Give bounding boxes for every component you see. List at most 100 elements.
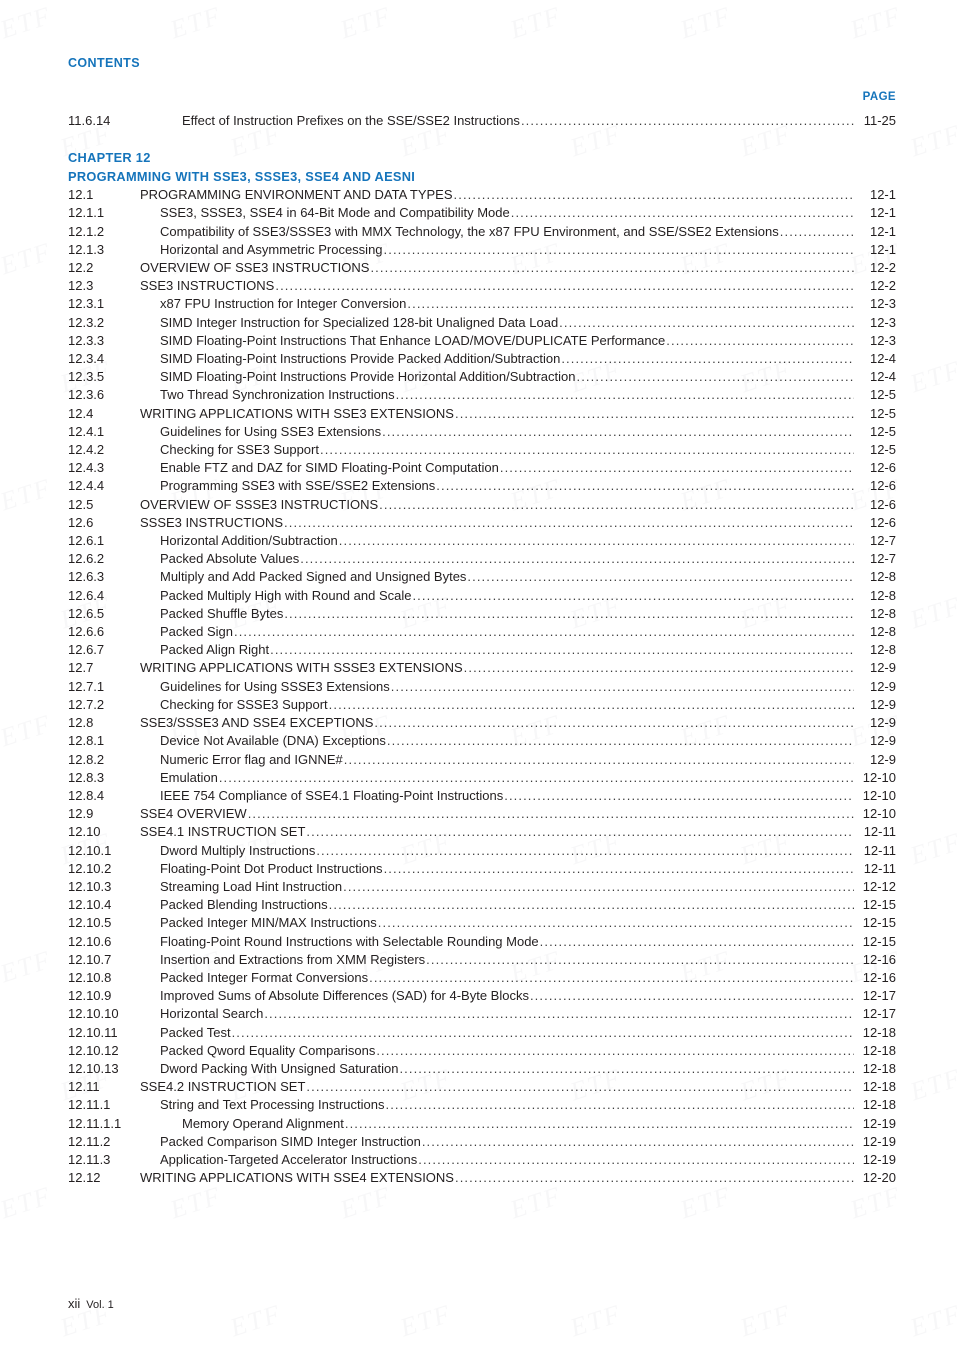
toc-entry[interactable]: 12.4.1 Guidelines for Using SSE3 Extensio…: [0, 423, 960, 441]
toc-entry-title-wrap: Streaming Load Hint Instruction.........…: [140, 878, 854, 896]
toc-entry-page: 12-7: [869, 551, 896, 567]
toc-entry[interactable]: 12.10.9 Improved Sums of Absolute Differe…: [0, 987, 960, 1005]
toc-entry[interactable]: 12.6.7 Packed Align Right................…: [0, 641, 960, 659]
toc-entry[interactable]: 12.6.3 Multiply and Add Packed Signed and…: [0, 568, 960, 586]
toc-entry[interactable]: 12.10.5 Packed Integer MIN/MAX Instructio…: [0, 914, 960, 932]
toc-entry-title: SSE3, SSSE3, SSE4 in 64-Bit Mode and Com…: [160, 205, 510, 221]
toc-leader-dots: ........................................…: [463, 660, 854, 676]
contents-heading: CONTENTS: [68, 56, 140, 70]
toc-leader-dots: ........................................…: [377, 915, 854, 931]
toc-leader-dots: ........................................…: [231, 1024, 854, 1040]
toc-entry-page: 12-15: [862, 933, 896, 949]
toc-entry[interactable]: 12.8.3 Emulation.........................…: [0, 769, 960, 787]
toc-leader-dots: ........................................…: [454, 1170, 854, 1186]
toc-entry-number: 12.6.5: [68, 605, 105, 621]
toc-entry[interactable]: 12.3.3 SIMD Floating-Point Instructions T…: [0, 332, 960, 350]
toc-entry-number: 12.6.7: [68, 642, 105, 658]
toc-leader-dots: ........................................…: [510, 205, 854, 221]
toc-entry[interactable]: 12.6.2 Packed Absolute Values............…: [0, 550, 960, 568]
toc-entry-number: 12.6.2: [68, 551, 105, 567]
toc-entry-title-wrap: x87 FPU Instruction for Integer Conversi…: [140, 295, 854, 313]
toc-entry[interactable]: 12.3.2 SIMD Integer Instruction for Speci…: [0, 314, 960, 332]
toc-entry-title-wrap: WRITING APPLICATIONS WITH SSE4 EXTENSION…: [140, 1169, 854, 1187]
toc-entry[interactable]: 12.6.1 Horizontal Addition/Subtraction...…: [0, 532, 960, 550]
toc-entry-page: 12-18: [862, 1079, 896, 1095]
toc-entry-title: Dword Multiply Instructions: [160, 842, 316, 858]
toc-entry[interactable]: 12.6.5 Packed Shuffle Bytes..............…: [0, 605, 960, 623]
toc-entry-page: 12-2: [869, 260, 896, 276]
toc-entry-previous-chapter[interactable]: 11.6.14 Effect of Instruction Prefixes on…: [0, 112, 960, 130]
toc-entry-number: 12.11: [68, 1079, 100, 1095]
toc-entry[interactable]: 12.10.7 Insertion and Extractions from XM…: [0, 951, 960, 969]
toc-entry[interactable]: 12.2 OVERVIEW OF SSE3 INSTRUCTIONS.......…: [0, 259, 960, 277]
toc-entry[interactable]: 12.8.1 Device Not Available (DNA) Excepti…: [0, 732, 960, 750]
toc-entry[interactable]: 12.11.2 Packed Comparison SIMD Integer In…: [0, 1133, 960, 1151]
toc-entry[interactable]: 12.8.2 Numeric Error flag and IGNNE#.....…: [0, 751, 960, 769]
toc-entry-number: 12.1: [68, 187, 94, 203]
toc-entry[interactable]: 12.3 SSE3 INSTRUCTIONS...................…: [0, 277, 960, 295]
toc-entry[interactable]: 12.10.12 Packed Qword Equality Comparison…: [0, 1042, 960, 1060]
toc-entry[interactable]: 12.10.1 Dword Multiply Instructions......…: [0, 842, 960, 860]
toc-entry[interactable]: 12.4.4 Programming SSE3 with SSE/SSE2 Ext…: [0, 477, 960, 495]
toc-entry[interactable]: 12.10.6 Floating-Point Round Instructions…: [0, 933, 960, 951]
toc-entry[interactable]: 12.1 PROGRAMMING ENVIRONMENT AND DATA TYP…: [0, 186, 960, 204]
toc-entry-page: 12-4: [869, 369, 896, 385]
toc-entry-number: 12.12: [68, 1170, 101, 1186]
toc-entry[interactable]: 12.8 SSE3/SSSE3 AND SSE4 EXCEPTIONS......…: [0, 714, 960, 732]
toc-leader-dots: ........................................…: [383, 241, 854, 257]
toc-entry[interactable]: 12.7 WRITING APPLICATIONS WITH SSSE3 EXTE…: [0, 659, 960, 677]
toc-entry-number: 12.4.1: [68, 423, 105, 439]
toc-entry[interactable]: 12.10.13 Dword Packing With Unsigned Satu…: [0, 1060, 960, 1078]
toc-entry-page: 12-18: [862, 1060, 896, 1076]
toc-entry[interactable]: 12.6.6 Packed Sign.......................…: [0, 623, 960, 641]
toc-entry-page: 12-6: [869, 478, 896, 494]
toc-entry[interactable]: 12.11.3 Application-Targeted Accelerator …: [0, 1151, 960, 1169]
toc-entry[interactable]: 12.5 OVERVIEW OF SSSE3 INSTRUCTIONS......…: [0, 496, 960, 514]
toc-entry[interactable]: 12.7.2 Checking for SSSE3 Support........…: [0, 696, 960, 714]
toc-entry-title: Horizontal Search: [160, 1006, 264, 1022]
toc-entry[interactable]: 12.10.3 Streaming Load Hint Instruction..…: [0, 878, 960, 896]
toc-leader-dots: ........................................…: [376, 1042, 854, 1058]
toc-entry-title-wrap: Multiply and Add Packed Signed and Unsig…: [140, 568, 854, 586]
toc-entry-title: SIMD Floating-Point Instructions Provide…: [160, 369, 576, 385]
toc-entry[interactable]: 12.1.1 SSE3, SSSE3, SSE4 in 64-Bit Mode a…: [0, 204, 960, 222]
toc-entry[interactable]: 12.4 WRITING APPLICATIONS WITH SSE3 EXTEN…: [0, 405, 960, 423]
toc-entry[interactable]: 12.3.4 SIMD Floating-Point Instructions P…: [0, 350, 960, 368]
toc-entry-title-wrap: WRITING APPLICATIONS WITH SSE3 EXTENSION…: [140, 405, 854, 423]
toc-entry-title-wrap: SIMD Floating-Point Instructions Provide…: [140, 350, 854, 368]
toc-entry[interactable]: 12.10.8 Packed Integer Format Conversions…: [0, 969, 960, 987]
toc-entry[interactable]: 12.3.5 SIMD Floating-Point Instructions P…: [0, 368, 960, 386]
toc-entry[interactable]: 12.6.4 Packed Multiply High with Round an…: [0, 587, 960, 605]
toc-entry-title: Checking for SSE3 Support: [160, 442, 319, 458]
toc-entry[interactable]: 12.10.2 Floating-Point Dot Product Instru…: [0, 860, 960, 878]
toc-entry[interactable]: 12.9 SSE4 OVERVIEW.......................…: [0, 805, 960, 823]
toc-entry[interactable]: 12.10 SSE4.1 INSTRUCTION SET.............…: [0, 823, 960, 841]
toc-entry[interactable]: 12.6 SSSE3 INSTRUCTIONS..................…: [0, 514, 960, 532]
toc-entry[interactable]: 12.11.1.1 Memory Operand Alignment.......…: [0, 1115, 960, 1133]
toc-entry[interactable]: 12.7.1 Guidelines for Using SSSE3 Extensi…: [0, 678, 960, 696]
toc-entry[interactable]: 12.11.1 String and Text Processing Instru…: [0, 1096, 960, 1114]
toc-entry-number: 12.8.1: [68, 733, 105, 749]
toc-entry-title: Packed Integer Format Conversions: [160, 969, 369, 985]
toc-entry[interactable]: 12.12 WRITING APPLICATIONS WITH SSE4 EXTE…: [0, 1169, 960, 1187]
toc-entry[interactable]: 12.10.10 Horizontal Search...............…: [0, 1005, 960, 1023]
toc-entry-page: 12-8: [869, 624, 896, 640]
toc-leader-dots: ........................................…: [338, 533, 854, 549]
toc-entry[interactable]: 12.10.11 Packed Test.....................…: [0, 1024, 960, 1042]
toc-entry[interactable]: 12.3.1 x87 FPU Instruction for Integer Co…: [0, 295, 960, 313]
toc-entry[interactable]: 12.10.4 Packed Blending Instructions.....…: [0, 896, 960, 914]
toc-leader-dots: ........................................…: [453, 187, 854, 203]
toc-entry[interactable]: 12.4.3 Enable FTZ and DAZ for SIMD Floati…: [0, 459, 960, 477]
toc-entry-number: 12.5: [68, 496, 94, 512]
toc-entry-title-wrap: Insertion and Extractions from XMM Regis…: [140, 951, 854, 969]
toc-entry[interactable]: 12.3.6 Two Thread Synchronization Instruc…: [0, 386, 960, 404]
toc-entry[interactable]: 12.11 SSE4.2 INSTRUCTION SET.............…: [0, 1078, 960, 1096]
toc-entry-number: 12.7.1: [68, 678, 105, 694]
toc-entry[interactable]: 12.1.2 Compatibility of SSE3/SSSE3 with M…: [0, 223, 960, 241]
toc-entry-number: 12.10.1: [68, 842, 112, 858]
toc-entry[interactable]: 12.8.4 IEEE 754 Compliance of SSE4.1 Floa…: [0, 787, 960, 805]
toc-entry[interactable]: 12.4.2 Checking for SSE3 Support.........…: [0, 441, 960, 459]
toc-entry-title-wrap: SSE3/SSSE3 AND SSE4 EXCEPTIONS..........…: [140, 714, 854, 732]
toc-entry-title: x87 FPU Instruction for Integer Conversi…: [160, 296, 407, 312]
toc-entry[interactable]: 12.1.3 Horizontal and Asymmetric Processi…: [0, 241, 960, 259]
